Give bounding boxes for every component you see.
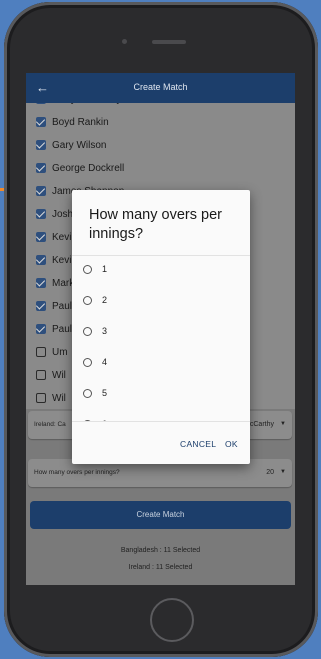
check-icon xyxy=(35,162,46,172)
checkbox-unchecked[interactable] xyxy=(36,370,46,380)
player-row[interactable]: Gary Wilson xyxy=(26,135,295,158)
check-icon xyxy=(35,116,46,126)
check-icon xyxy=(35,185,46,195)
check-icon xyxy=(35,208,46,218)
chevron-down-icon: ▼ xyxy=(280,469,286,475)
player-row[interactable]: Boyd Rankin xyxy=(26,112,295,135)
create-match-button[interactable]: Create Match xyxy=(30,501,291,529)
player-row[interactable]: George Dockrell xyxy=(26,158,295,181)
player-name: Um xyxy=(52,347,68,358)
overs-option[interactable]: 4 xyxy=(72,349,250,380)
check-icon xyxy=(35,254,46,264)
ok-button[interactable]: OK xyxy=(225,439,238,449)
app-bar: ← Create Match xyxy=(26,73,295,103)
dialog-options[interactable]: 1 2 3 4 5 6 xyxy=(72,256,250,421)
dialog-actions: CANCEL OK xyxy=(72,422,250,464)
home-button[interactable] xyxy=(150,598,194,642)
checkbox-checked[interactable] xyxy=(35,323,46,334)
chevron-down-icon: ▼ xyxy=(280,421,286,427)
checkbox-checked[interactable] xyxy=(35,208,46,219)
radio-icon[interactable] xyxy=(83,389,92,398)
radio-icon[interactable] xyxy=(83,358,92,367)
checkbox-checked[interactable] xyxy=(35,185,46,196)
checkbox-checked[interactable] xyxy=(36,103,46,104)
option-label: 5 xyxy=(102,388,108,398)
option-label: 1 xyxy=(102,264,108,274)
cancel-button[interactable]: CANCEL xyxy=(180,439,216,449)
overs-dialog: How many overs per innings? 1 2 3 4 5 6 CANCE… xyxy=(72,190,250,464)
overs-option[interactable]: 1 xyxy=(72,256,250,287)
player-name: Wil xyxy=(52,370,66,381)
checkbox-checked[interactable] xyxy=(35,139,46,150)
player-name: Wil xyxy=(52,393,66,404)
checkbox-checked[interactable] xyxy=(35,116,46,127)
player-name: George Dockrell xyxy=(52,163,125,174)
ireland-status: Ireland : 11 Selected xyxy=(128,564,193,571)
captain-select-label: Ireland: Ca xyxy=(34,421,66,428)
checkbox-unchecked[interactable] xyxy=(36,393,46,403)
check-icon xyxy=(35,231,46,241)
player-name: Barry McCarthy xyxy=(52,103,121,105)
dialog-title: How many overs per innings? xyxy=(89,207,222,242)
overs-select-label: How many overs per innings? xyxy=(34,469,120,476)
checkbox-checked[interactable] xyxy=(35,231,46,242)
camera-icon xyxy=(122,39,127,44)
page-title: Create Match xyxy=(133,82,188,92)
overs-option[interactable]: 6 xyxy=(72,411,250,421)
check-icon xyxy=(35,323,46,333)
overs-select-value: 20 xyxy=(266,469,274,476)
overs-option[interactable]: 3 xyxy=(72,318,250,349)
overs-option[interactable]: 5 xyxy=(72,380,250,411)
option-label: 3 xyxy=(102,326,108,336)
option-label: 2 xyxy=(102,295,108,305)
checkbox-checked[interactable] xyxy=(35,162,46,173)
radio-icon[interactable] xyxy=(83,265,92,274)
checkbox-unchecked[interactable] xyxy=(36,347,46,357)
bangladesh-status: Bangladesh : 11 Selected xyxy=(120,547,201,554)
checkbox-checked[interactable] xyxy=(35,300,46,311)
check-icon xyxy=(35,300,46,310)
player-name: Boyd Rankin xyxy=(52,117,109,128)
radio-icon[interactable] xyxy=(83,296,92,305)
checkbox-checked[interactable] xyxy=(35,254,46,265)
radio-icon[interactable] xyxy=(83,327,92,336)
check-icon xyxy=(35,139,46,149)
checkbox-checked[interactable] xyxy=(35,277,46,288)
check-icon xyxy=(35,277,46,287)
player-name: Gary Wilson xyxy=(52,140,107,151)
overs-option[interactable]: 2 xyxy=(72,287,250,318)
app-screen: ← Create Match Barry McCarthy Boyd Rankin… xyxy=(26,73,295,585)
player-row[interactable]: Barry McCarthy xyxy=(26,103,295,112)
option-label: 4 xyxy=(102,357,108,367)
speaker-grille xyxy=(152,40,186,44)
